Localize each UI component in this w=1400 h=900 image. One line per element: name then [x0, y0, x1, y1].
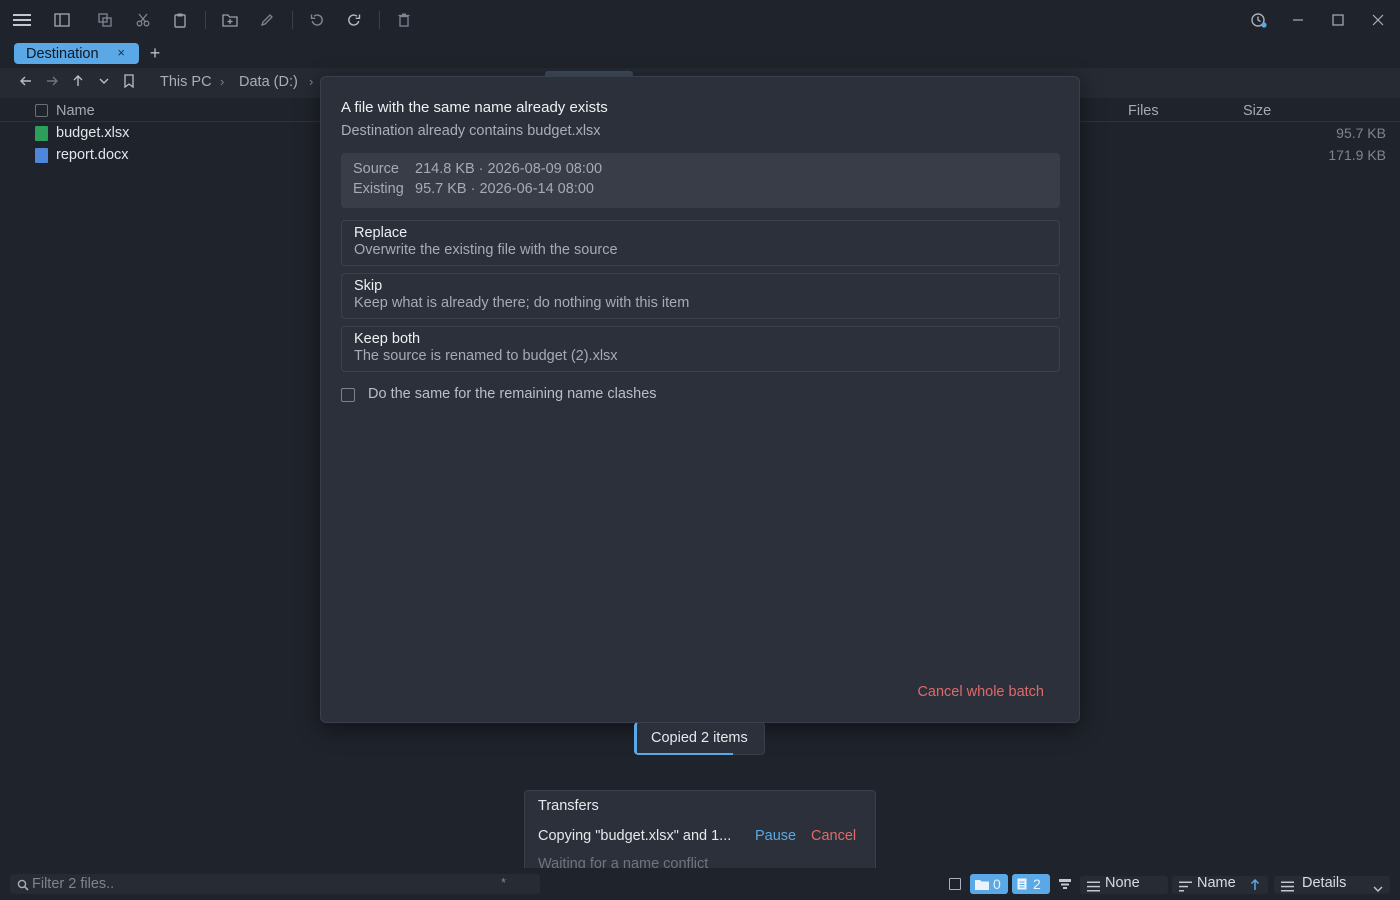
group-value: None: [1105, 875, 1140, 891]
filter-icon[interactable]: [1058, 877, 1072, 894]
sort-ascending-icon[interactable]: [1250, 878, 1260, 894]
copy-icon[interactable]: [93, 8, 117, 32]
sidebar-icon[interactable]: [50, 8, 74, 32]
delete-icon[interactable]: [392, 8, 416, 32]
group-selector[interactable]: None: [1080, 875, 1168, 895]
folder-icon: [975, 879, 989, 890]
back-icon[interactable]: [18, 74, 34, 90]
option-title: Skip: [354, 278, 383, 294]
breadcrumb-separator-icon: ›: [220, 74, 225, 89]
status-bar: * 0 2 None Name Details: [0, 868, 1400, 900]
sort-icon: [1179, 879, 1192, 895]
dialog-title: A file with the same name already exists: [341, 99, 608, 116]
word-file-icon: [35, 148, 48, 163]
apply-to-all-label[interactable]: Do the same for the remaining name clash…: [368, 386, 657, 402]
source-label: Source: [353, 161, 399, 177]
folders-count-badge[interactable]: 0: [970, 874, 1008, 894]
breadcrumb-data-d[interactable]: Data (D:): [239, 74, 298, 90]
paste-icon[interactable]: [168, 8, 192, 32]
tab-label: Destination: [26, 45, 99, 62]
transfer-job-label: Copying "budget.xlsx" and 1...: [538, 828, 732, 844]
file-name: report.docx: [56, 147, 129, 163]
file-size: 95.7 KB: [1336, 125, 1386, 141]
existing-label: Existing: [353, 181, 404, 197]
tab-close-icon[interactable]: ×: [117, 45, 125, 60]
details-view-icon: [1281, 879, 1294, 895]
sort-value: Name: [1197, 875, 1236, 891]
files-count: 2: [1033, 876, 1041, 892]
filter-input[interactable]: [32, 875, 502, 893]
filter-box: *: [10, 874, 540, 894]
option-description: The source is renamed to budget (2).xlsx: [354, 348, 618, 364]
source-value: 214.8 KB · 2026-08-09 08:00: [415, 161, 603, 177]
tab-destination[interactable]: Destination ×: [14, 43, 139, 64]
file-comparison: Source 214.8 KB · 2026-08-09 08:00 Exist…: [341, 153, 1060, 208]
option-title: Keep both: [354, 331, 421, 347]
pause-button[interactable]: Pause: [755, 828, 796, 844]
select-checkbox[interactable]: [949, 878, 961, 890]
sort-selector[interactable]: Name: [1172, 875, 1268, 895]
menu-icon[interactable]: [10, 8, 34, 32]
dialog-subtitle: Destination already contains budget.xlsx: [341, 123, 601, 139]
files-count-badge[interactable]: 2: [1012, 874, 1050, 894]
select-all-checkbox[interactable]: [35, 104, 48, 117]
column-files[interactable]: Files: [1128, 103, 1159, 119]
toast-message: Copied 2 items: [651, 730, 748, 746]
toolbar-separator: [292, 11, 293, 29]
chevron-down-icon: [1373, 880, 1383, 896]
toolbar-separator: [379, 11, 380, 29]
option-description: Keep what is already there; do nothing w…: [354, 295, 690, 311]
forward-icon[interactable]: [44, 74, 60, 90]
folders-count: 0: [993, 876, 1001, 892]
add-tab-button[interactable]: +: [147, 43, 163, 63]
column-name[interactable]: Name: [56, 103, 95, 119]
chevron-down-icon[interactable]: [96, 74, 112, 90]
replace-option[interactable]: Replace Overwrite the existing file with…: [341, 220, 1060, 266]
breadcrumb-this-pc[interactable]: This PC: [160, 74, 212, 90]
copy-toast: Copied 2 items: [634, 722, 765, 755]
up-icon[interactable]: [70, 74, 86, 90]
file-size: 171.9 KB: [1328, 147, 1386, 163]
toolbar: [0, 0, 1400, 40]
undo-icon[interactable]: [305, 8, 329, 32]
existing-value: 95.7 KB · 2026-06-14 08:00: [415, 181, 594, 197]
keep-both-option[interactable]: Keep both The source is renamed to budge…: [341, 326, 1060, 372]
rename-icon[interactable]: [255, 8, 279, 32]
tab-bar: Destination × +: [0, 40, 1400, 68]
view-value: Details: [1302, 875, 1347, 891]
file-name: budget.xlsx: [56, 125, 130, 141]
option-title: Replace: [354, 225, 408, 241]
breadcrumb-separator-icon: ›: [309, 74, 314, 89]
new-folder-icon[interactable]: [218, 8, 242, 32]
excel-file-icon: [35, 126, 48, 141]
name-conflict-dialog: A file with the same name already exists…: [320, 76, 1080, 723]
transfers-title: Transfers: [538, 798, 599, 814]
minimize-icon[interactable]: [1286, 8, 1310, 32]
maximize-icon[interactable]: [1326, 8, 1350, 32]
skip-option[interactable]: Skip Keep what is already there; do noth…: [341, 273, 1060, 319]
close-icon[interactable]: [1366, 8, 1390, 32]
cut-icon[interactable]: [131, 8, 155, 32]
column-size[interactable]: Size: [1243, 103, 1271, 119]
toolbar-separator: [205, 11, 206, 29]
bookmark-icon[interactable]: [121, 74, 137, 90]
option-description: Overwrite the existing file with the sou…: [354, 242, 618, 258]
group-icon: [1087, 879, 1100, 895]
search-icon: [17, 878, 29, 894]
wildcard-icon[interactable]: *: [501, 875, 506, 890]
view-selector[interactable]: Details: [1274, 875, 1390, 896]
redo-icon[interactable]: [342, 8, 366, 32]
history-icon[interactable]: [1247, 8, 1271, 32]
cancel-batch-button[interactable]: Cancel whole batch: [917, 684, 1044, 700]
cancel-transfer-button[interactable]: Cancel: [811, 828, 856, 844]
toast-progress-bar: [637, 753, 733, 755]
file-icon: [1017, 878, 1027, 890]
apply-to-all-checkbox[interactable]: [341, 388, 355, 402]
